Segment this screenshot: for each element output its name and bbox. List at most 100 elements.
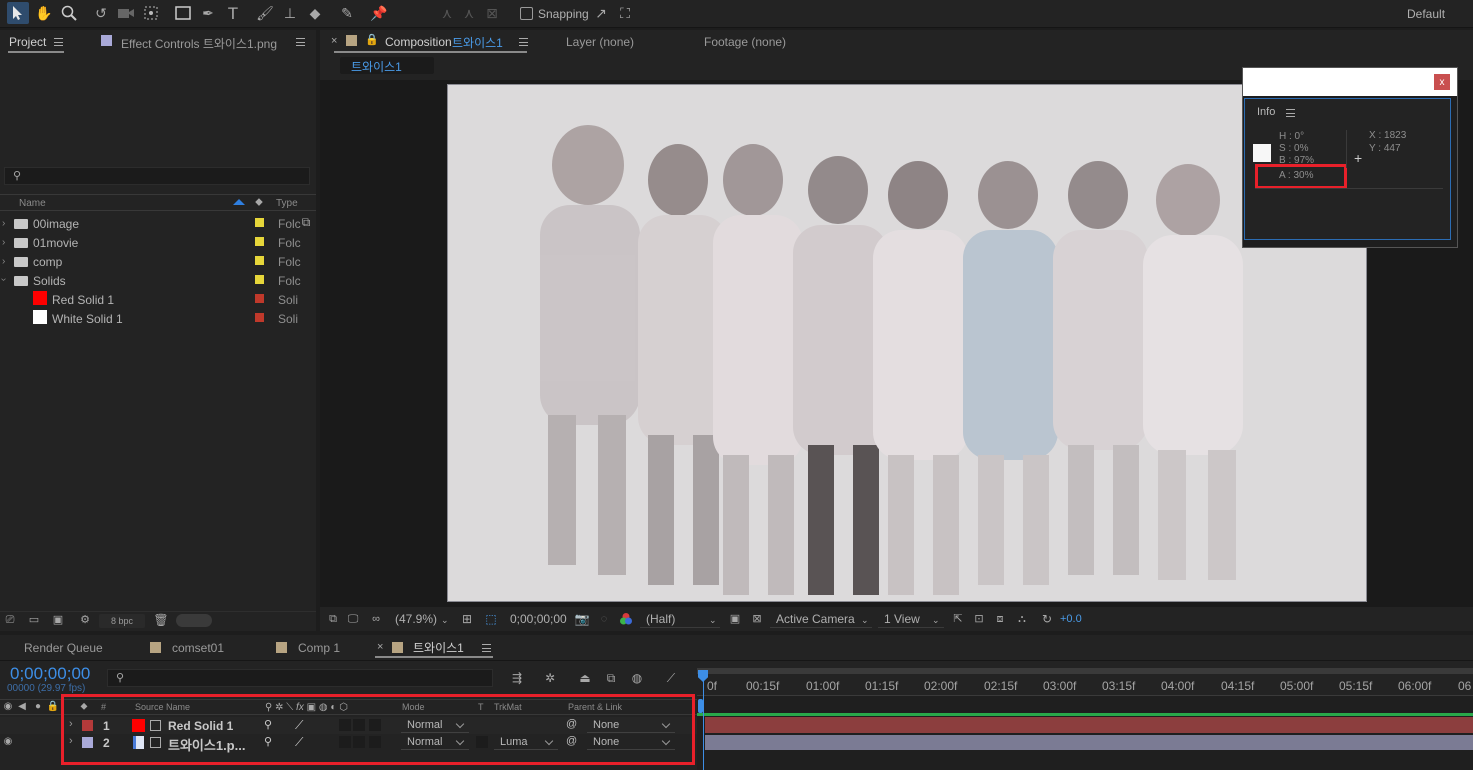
eye-icon[interactable]: ◉ [2, 701, 14, 713]
channel-rgb-icon[interactable] [617, 611, 635, 627]
timeline-timecode[interactable]: 0;00;00;00 [10, 664, 90, 684]
work-area-bar[interactable] [697, 668, 1473, 674]
solo-icon[interactable]: ● [32, 701, 44, 713]
project-settings-icon[interactable]: ⚙ [76, 613, 94, 627]
lock-icon[interactable]: 🔒 [365, 33, 379, 46]
graph-editor-icon[interactable]: ⟋ [662, 670, 680, 686]
expand-chevron-icon[interactable]: › [2, 218, 5, 229]
list-item[interactable]: White Solid 1 Soli [0, 310, 316, 327]
sort-ascending-icon[interactable] [233, 199, 245, 205]
selection-tool-icon[interactable] [7, 2, 29, 24]
eraser-tool-icon[interactable]: ◆ [304, 2, 326, 24]
pan-behind-tool-icon[interactable] [140, 2, 162, 24]
tab-layer[interactable]: Layer (none) [566, 35, 634, 49]
expand-chevron-icon[interactable]: › [2, 256, 5, 267]
effect-controls-menu-icon[interactable] [296, 38, 305, 46]
view-axis-icon[interactable]: ⊠ [481, 2, 503, 24]
views-dropdown[interactable]: 1 View [884, 612, 920, 626]
always-preview-icon[interactable]: ⧉ [325, 611, 341, 627]
timeline-menu-icon[interactable] [482, 644, 491, 652]
project-search-input[interactable] [4, 167, 310, 185]
label-swatch[interactable] [255, 313, 264, 322]
project-menu-icon[interactable] [54, 38, 63, 46]
fast-previews-icon[interactable]: ⊡ [971, 611, 987, 627]
timeline-search-input[interactable] [107, 669, 493, 687]
tab-render-queue[interactable]: Render Queue [24, 641, 103, 655]
label-swatch[interactable] [255, 275, 264, 284]
exposure-value[interactable]: +0.0 [1060, 613, 1082, 625]
shy-layers-icon[interactable]: ⏏ [576, 670, 594, 686]
pen-tool-icon[interactable]: ✒ [197, 2, 219, 24]
brush-tool-icon[interactable]: 🖌 [254, 2, 276, 24]
list-item[interactable]: › comp Folc [0, 253, 316, 270]
composition-name[interactable]: 트와이스1 [452, 34, 503, 51]
rectangle-tool-icon[interactable] [172, 2, 194, 24]
local-axis-icon[interactable]: ⋏ [436, 2, 458, 24]
layer-1-bar[interactable] [705, 717, 1473, 733]
close-tab-icon[interactable]: × [377, 641, 383, 653]
tab-composition[interactable]: Composition [385, 35, 452, 49]
snapping-checkbox[interactable] [520, 7, 533, 20]
clone-stamp-tool-icon[interactable]: ⊥ [279, 2, 301, 24]
info-menu-icon[interactable] [1286, 109, 1295, 117]
timeline-icon[interactable]: ⧈ [992, 611, 1008, 627]
draft-3d-icon[interactable]: ✲ [541, 670, 559, 686]
label-swatch[interactable] [255, 294, 264, 303]
collapse-chevron-icon[interactable]: › [0, 278, 9, 281]
label-swatch[interactable] [255, 256, 264, 265]
mask-visibility-icon[interactable]: ⬚ [482, 611, 500, 627]
puppet-pin-tool-icon[interactable]: 📌 [368, 2, 390, 24]
snap-edges-icon[interactable]: ↗ [590, 2, 612, 24]
tab-effect-controls[interactable]: Effect Controls 트와이스1.png [121, 35, 277, 52]
list-item[interactable]: Red Solid 1 Soli [0, 291, 316, 308]
resolution-dropdown[interactable]: (Half) [646, 612, 675, 626]
flowchart-icon[interactable]: ⛬ [1014, 611, 1030, 627]
snapshot-camera-icon[interactable]: 📷 [573, 611, 591, 627]
grid-guide-icon[interactable]: ⊞ [458, 611, 476, 627]
composition-frame[interactable] [447, 84, 1367, 602]
comp-breadcrumb[interactable]: 트와이스1 [340, 57, 434, 74]
tab-project[interactable]: Project [9, 35, 46, 49]
tab-comset01[interactable]: comset01 [172, 641, 224, 655]
new-composition-icon[interactable]: ▣ [50, 613, 66, 627]
region-of-interest-icon[interactable]: ▣ [727, 611, 743, 627]
camera-dropdown[interactable]: Active Camera [776, 612, 855, 626]
column-name[interactable]: Name [19, 198, 46, 209]
workspace-label[interactable]: Default [1407, 7, 1445, 21]
zoom-dropdown[interactable]: (47.9%) [395, 612, 437, 626]
list-item[interactable]: › 01movie Folc [0, 234, 316, 251]
lock-icon[interactable]: 🔒 [47, 701, 59, 713]
thumbnail-toggle[interactable] [176, 614, 212, 627]
audio-icon[interactable]: ◀ [16, 701, 28, 713]
eye-icon[interactable]: ◉ [2, 736, 14, 748]
roto-brush-tool-icon[interactable]: ✎ [336, 2, 358, 24]
interpret-footage-icon[interactable]: ⎚ [2, 613, 18, 627]
camera-tool-icon[interactable] [115, 2, 137, 24]
tab-active-comp[interactable]: 트와이스1 [413, 639, 464, 656]
label-tag-icon[interactable]: ⬥ [252, 196, 266, 208]
motion-blur-icon[interactable]: ◍ [628, 670, 646, 686]
close-tab-icon[interactable]: × [331, 35, 337, 47]
viewer-timecode[interactable]: 0;00;00;00 [510, 612, 567, 626]
hand-tool-icon[interactable]: ✋ [33, 2, 55, 24]
layer-2-bar[interactable] [705, 735, 1473, 750]
3d-glasses-icon[interactable]: ∞ [367, 611, 385, 627]
playhead-line[interactable] [703, 680, 704, 770]
column-type[interactable]: Type [276, 198, 298, 209]
list-item[interactable]: › Solids Folc [0, 272, 316, 289]
show-snapshot-icon[interactable]: ◌ [596, 611, 612, 627]
bpc-button[interactable]: 8 bpc [99, 614, 145, 628]
expand-chevron-icon[interactable]: › [2, 237, 5, 248]
trash-icon[interactable]: 🗑 [153, 613, 169, 627]
snap-features-icon[interactable]: ⛶ [614, 2, 636, 24]
info-window-titlebar[interactable] [1243, 68, 1457, 96]
monitor-icon[interactable]: 🖵 [345, 611, 361, 627]
flowchart-icon[interactable]: ⧉ [298, 214, 314, 230]
composition-menu-icon[interactable] [519, 38, 528, 46]
toggle-pixel-aspect-icon[interactable]: ⇱ [950, 611, 966, 627]
world-axis-icon[interactable]: ⋏ [458, 2, 480, 24]
comp-mini-flowchart-icon[interactable]: ⇶ [508, 670, 526, 686]
reset-exposure-icon[interactable]: ↻ [1039, 611, 1055, 627]
frame-blending-icon[interactable]: ⧉ [602, 670, 620, 686]
tab-comp-1[interactable]: Comp 1 [298, 641, 340, 655]
